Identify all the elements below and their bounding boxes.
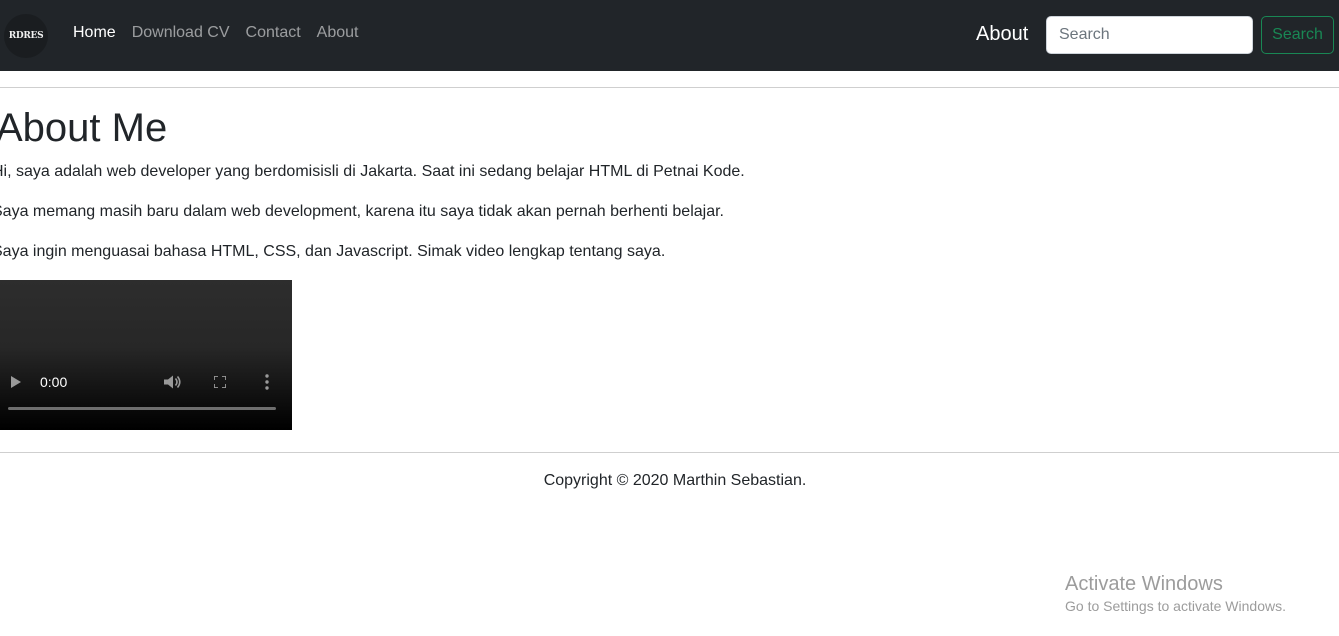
activate-windows-subtitle: Go to Settings to activate Windows. (1065, 598, 1286, 614)
navbar: RDRES Home Download CV Contact About Abo… (0, 0, 1339, 71)
logo-text: RDRES (8, 31, 44, 41)
nav-links: Home Download CV Contact About (73, 24, 358, 42)
footer-copyright: Copyright © 2020 Marthin Sebastian. (543, 472, 807, 489)
navbar-brand-about[interactable]: About (976, 23, 1028, 46)
goals-paragraph: Saya ingin menguasai bahasa HTML, CSS, d… (0, 243, 666, 260)
nav-link-download-cv[interactable]: Download CV (132, 24, 230, 42)
video-time: 0:00 (40, 374, 68, 390)
nav-link-about[interactable]: About (317, 24, 359, 42)
footer-divider (0, 452, 1339, 453)
video-player[interactable]: 0:00 (0, 280, 292, 430)
fullscreen-icon[interactable] (214, 376, 226, 388)
video-progress-bar[interactable] (8, 407, 276, 410)
search-button[interactable]: Search (1261, 16, 1334, 54)
learning-paragraph: Saya memang masih baru dalam web develop… (0, 203, 724, 220)
top-divider (0, 87, 1339, 88)
intro-paragraph: Hi, saya adalah web developer yang berdo… (0, 163, 745, 180)
play-icon[interactable] (11, 376, 21, 388)
nav-link-home[interactable]: Home (73, 24, 116, 42)
page-title: About Me (0, 106, 168, 150)
search-input[interactable] (1046, 16, 1253, 54)
nav-link-contact[interactable]: Contact (246, 24, 301, 42)
volume-icon[interactable] (164, 375, 182, 389)
more-options-icon[interactable] (264, 374, 270, 390)
brand-logo[interactable]: RDRES (4, 14, 48, 58)
activate-windows-title: Activate Windows (1065, 573, 1223, 595)
